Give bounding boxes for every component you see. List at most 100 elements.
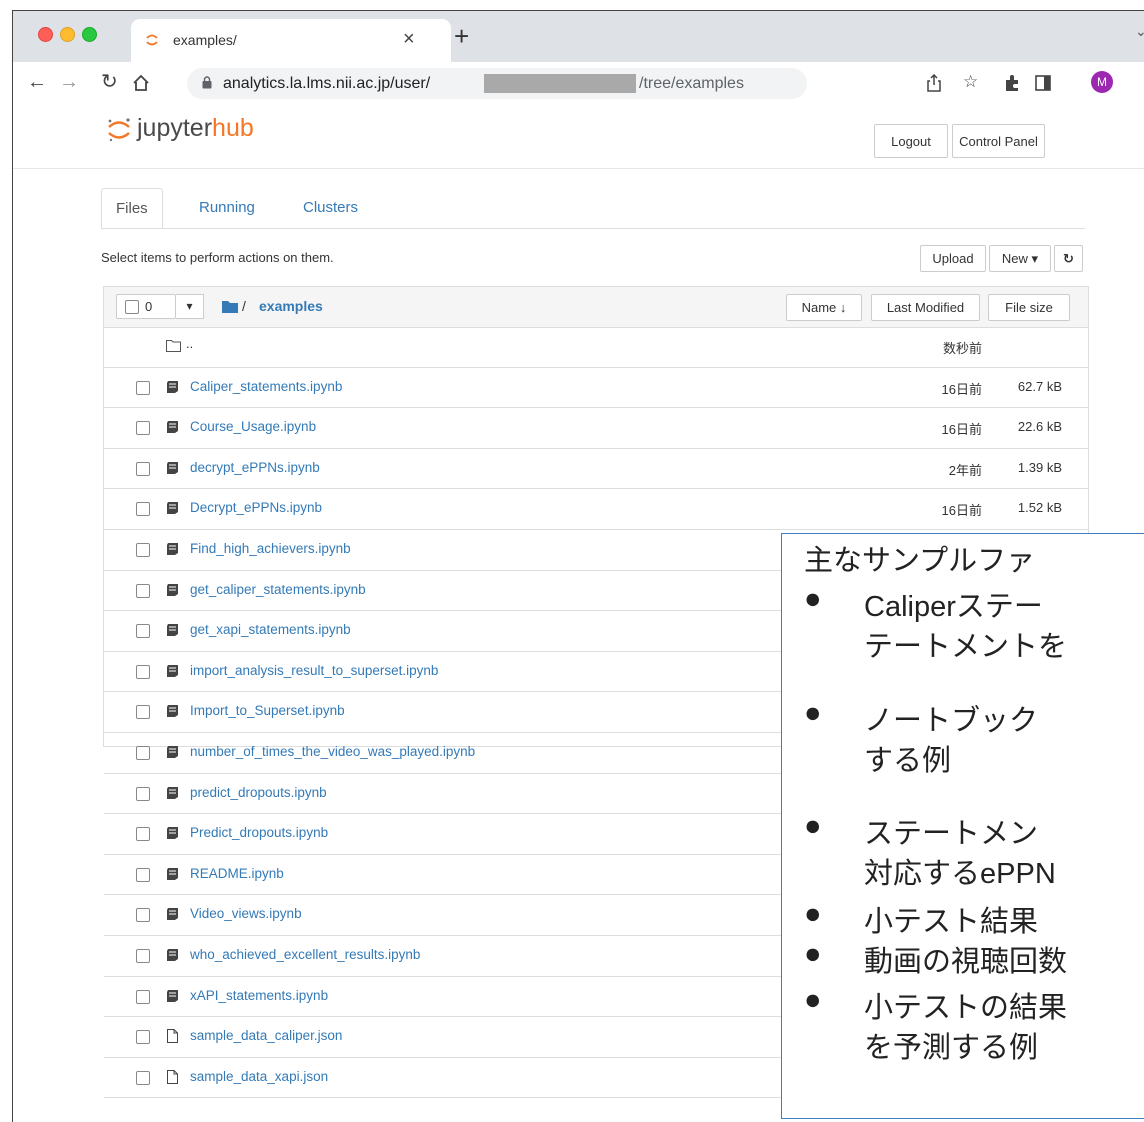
- file-row[interactable]: Decrypt_ePPNs.ipynb 16日前 1.52 kB: [104, 489, 1088, 530]
- row-checkbox[interactable]: [136, 1070, 150, 1085]
- file-modified: 16日前: [941, 422, 982, 438]
- sort-last-modified-button[interactable]: Last Modified: [871, 294, 980, 321]
- redacted-username: [484, 74, 636, 93]
- upload-button[interactable]: Upload: [920, 245, 986, 272]
- parent-modified: 数秒前: [942, 341, 982, 356]
- maximize-window-button[interactable]: [82, 27, 97, 42]
- row-checkbox[interactable]: [136, 380, 150, 395]
- new-dropdown-button[interactable]: New ▾: [989, 245, 1051, 272]
- file-name-link[interactable]: sample_data_caliper.json: [190, 1028, 342, 1043]
- jupyter-favicon-icon: [146, 34, 158, 46]
- row-checkbox[interactable]: [136, 786, 150, 801]
- bookmark-star-icon[interactable]: ☆: [963, 72, 978, 92]
- file-row[interactable]: decrypt_ePPNs.ipynb 2年前 1.39 kB: [104, 449, 1088, 490]
- file-size: 1.52 kB: [1017, 500, 1062, 516]
- file-name-link[interactable]: xAPI_statements.ipynb: [190, 988, 328, 1003]
- extensions-icon[interactable]: [1003, 74, 1021, 92]
- file-icon: [167, 1029, 178, 1044]
- lock-icon: [202, 76, 212, 89]
- row-checkbox[interactable]: [136, 989, 150, 1004]
- notebook-icon: [167, 380, 178, 393]
- select-all-group: 0: [116, 294, 176, 319]
- bullet-line2: を予測する例: [864, 1032, 1039, 1064]
- refresh-button[interactable]: ↻: [1054, 245, 1083, 272]
- new-tab-button[interactable]: +: [454, 21, 469, 52]
- file-name-link[interactable]: Caliper_statements.ipynb: [190, 379, 342, 394]
- row-checkbox[interactable]: [136, 502, 150, 517]
- file-row[interactable]: Course_Usage.ipynb 16日前 22.6 kB: [104, 408, 1088, 449]
- sort-file-size-button[interactable]: File size: [988, 294, 1070, 321]
- file-name-link[interactable]: Predict_dropouts.ipynb: [190, 825, 328, 840]
- select-dropdown-button[interactable]: ▾: [176, 294, 204, 319]
- header-divider: [13, 168, 1144, 169]
- file-name-link[interactable]: README.ipynb: [190, 866, 284, 881]
- logout-button[interactable]: Logout: [874, 124, 948, 158]
- bullet-line1: ノートブック: [864, 705, 1039, 737]
- folder-icon[interactable]: [222, 300, 238, 313]
- row-checkbox[interactable]: [136, 746, 150, 760]
- file-name-link[interactable]: predict_dropouts.ipynb: [190, 785, 327, 800]
- file-name-link[interactable]: Decrypt_ePPNs.ipynb: [190, 500, 322, 515]
- side-panel-icon[interactable]: [1035, 75, 1051, 91]
- row-checkbox[interactable]: [136, 949, 150, 963]
- parent-folder-row[interactable]: .. 数秒前: [104, 327, 1088, 368]
- file-icon: [167, 1069, 178, 1084]
- row-checkbox[interactable]: [136, 583, 150, 598]
- home-icon[interactable]: [132, 74, 150, 92]
- file-name-link[interactable]: Video_views.ipynb: [190, 906, 302, 921]
- row-checkbox[interactable]: [136, 664, 150, 679]
- file-name-link[interactable]: Import_to_Superset.ipynb: [190, 703, 345, 718]
- file-name-link[interactable]: get_xapi_statements.ipynb: [190, 622, 351, 637]
- file-name-link[interactable]: sample_data_xapi.json: [190, 1069, 328, 1084]
- share-icon[interactable]: [926, 74, 942, 92]
- row-checkbox[interactable]: [136, 867, 150, 882]
- back-icon[interactable]: ←: [27, 70, 47, 94]
- address-bar[interactable]: analytics.la.lms.nii.ac.jp/user/ /tree/e…: [187, 68, 807, 99]
- file-row[interactable]: Caliper_statements.ipynb 16日前 62.7 kB: [104, 368, 1088, 409]
- bullet-mark: ●: [804, 583, 822, 615]
- row-checkbox[interactable]: [136, 1030, 150, 1045]
- bullet-line1: 小テスト結果: [864, 906, 1039, 938]
- file-name-link[interactable]: number_of_times_the_video_was_played.ipy…: [190, 744, 475, 759]
- row-checkbox[interactable]: [136, 624, 150, 639]
- row-checkbox[interactable]: [136, 543, 150, 557]
- profile-avatar[interactable]: M: [1091, 71, 1113, 93]
- browser-tab[interactable]: examples/ ×: [131, 19, 451, 62]
- breadcrumb-separator: /: [242, 298, 246, 314]
- tab-clusters[interactable]: Clusters: [289, 188, 372, 228]
- file-name-link[interactable]: who_achieved_excellent_results.ipynb: [190, 947, 420, 962]
- bullet-mark: ●: [804, 984, 822, 1016]
- jupyterhub-logo[interactable]: jupyterhub: [137, 114, 254, 143]
- row-checkbox[interactable]: [136, 827, 150, 842]
- control-panel-button[interactable]: Control Panel: [952, 124, 1045, 158]
- sort-name-button[interactable]: Name ↓: [786, 294, 862, 321]
- row-checkbox[interactable]: [136, 705, 150, 720]
- file-name-link[interactable]: decrypt_ePPNs.ipynb: [190, 460, 320, 475]
- parent-folder-link[interactable]: ..: [186, 336, 193, 351]
- tab-search-icon[interactable]: ⌄: [1135, 23, 1144, 40]
- close-tab-icon[interactable]: ×: [403, 28, 415, 51]
- row-checkbox[interactable]: [136, 461, 150, 476]
- file-name-link[interactable]: Course_Usage.ipynb: [190, 419, 316, 434]
- row-checkbox[interactable]: [136, 908, 150, 923]
- breadcrumb-examples[interactable]: examples: [259, 298, 323, 314]
- file-name-link[interactable]: get_caliper_statements.ipynb: [190, 582, 366, 597]
- reload-icon[interactable]: ↻: [101, 70, 118, 94]
- minimize-window-button[interactable]: [60, 27, 75, 42]
- row-checkbox[interactable]: [136, 421, 150, 436]
- notebook-icon: [167, 421, 178, 434]
- tab-running[interactable]: Running: [185, 188, 269, 228]
- tab-files[interactable]: Files: [101, 188, 163, 229]
- callout-title: 主なサンプルファ: [804, 545, 1036, 577]
- notebook-icon: [167, 705, 178, 718]
- file-size: 1.39 kB: [1017, 459, 1062, 475]
- file-name-link[interactable]: Find_high_achievers.ipynb: [190, 541, 351, 556]
- close-window-button[interactable]: [38, 27, 53, 42]
- file-name-link[interactable]: import_analysis_result_to_superset.ipynb: [190, 663, 438, 678]
- forward-icon[interactable]: →: [59, 70, 79, 94]
- notebook-icon: [167, 502, 178, 515]
- file-modified: 16日前: [941, 381, 982, 397]
- file-modified: 2年前: [948, 462, 982, 478]
- select-all-checkbox[interactable]: [125, 300, 139, 314]
- notebook-icon: [167, 827, 178, 840]
